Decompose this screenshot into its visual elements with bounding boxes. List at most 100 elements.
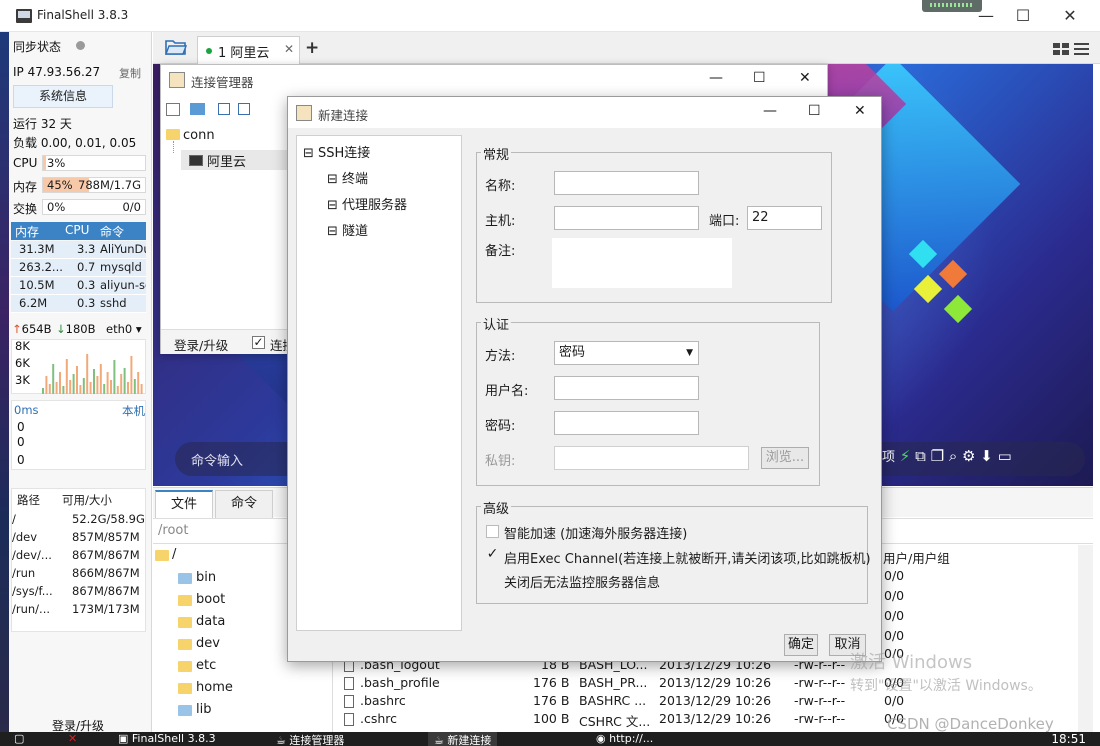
net-interface-select[interactable]: eth0 ▾ (106, 322, 142, 336)
finalshell-logo-icon (16, 9, 32, 23)
new-conn-close-button[interactable]: ✕ (854, 103, 866, 119)
taskbar-browser[interactable]: ◉ http://... (596, 732, 653, 746)
port-input[interactable]: 22 (747, 206, 822, 230)
command-input-placeholder[interactable]: 命令输入 (191, 450, 243, 469)
exec-channel-checkbox[interactable]: ✓ (486, 547, 499, 562)
process-row[interactable]: 31.3M 3.3 AliYunDu (11, 241, 146, 259)
lightning-icon[interactable]: ⚡ (900, 447, 911, 465)
conn-maximize-button[interactable]: ☐ (753, 70, 766, 86)
activate-windows-watermark: 激活 Windows (850, 652, 973, 673)
smart-accel-checkbox[interactable] (486, 525, 499, 538)
network-activity-bar (106, 372, 109, 394)
close-button[interactable]: ✕ (1047, 0, 1093, 31)
maximize-button[interactable]: ☐ (1000, 0, 1046, 31)
disk-path: /dev/... (12, 548, 52, 562)
tab-close-icon[interactable]: ✕ (284, 42, 294, 56)
network-activity-bar (69, 380, 72, 394)
file-list-scrollbar[interactable] (1078, 545, 1093, 732)
gear-icon[interactable]: ⚙ (962, 447, 975, 465)
copy-icon[interactable]: ⧉ (915, 447, 926, 465)
conn-server-label[interactable]: 阿里云 (207, 151, 246, 170)
conn-folder-label[interactable]: conn (183, 128, 215, 143)
tree-item-label: lib (196, 702, 212, 717)
ping-host[interactable]: 本机 (122, 403, 145, 419)
tree-ssh[interactable]: ⊟ SSH连接 (303, 142, 370, 161)
mem-meter: 45% 788M/1.7G (42, 177, 146, 193)
exec-channel-note: 关闭后无法监控服务器信息 (504, 576, 661, 591)
username-input[interactable] (554, 376, 699, 400)
new-conn-maximize-button[interactable]: ☐ (808, 103, 821, 119)
proc-cpu: 0.7 (77, 260, 96, 274)
file-type: BASH_PR... (579, 675, 648, 690)
path-input[interactable]: /root (158, 523, 188, 538)
tree-ssh-label: SSH连接 (318, 146, 371, 161)
tree-proxy[interactable]: ⊟ 代理服务器 (327, 194, 407, 213)
new-conn-minimize-button[interactable]: — (763, 103, 777, 119)
connect-checkbox[interactable]: ✓ (252, 336, 265, 349)
terminal-toolbar-partial[interactable]: 项 (882, 450, 895, 465)
paste-icon[interactable]: ❐ (931, 447, 944, 465)
taskbar-finalshell[interactable]: ▣ FinalShell 3.8.3 (118, 732, 216, 746)
disk-size: 867M/867M (72, 548, 140, 562)
proc-mem: 6.2M (19, 296, 48, 310)
taskbar-search[interactable]: ▢ (14, 732, 24, 746)
system-info-button[interactable]: 系统信息 (13, 85, 113, 108)
add-tab-button[interactable]: + (305, 38, 319, 58)
open-folder-icon[interactable] (165, 38, 187, 56)
conn-login-upgrade[interactable]: 登录/升级 (174, 335, 228, 354)
disk-header-size[interactable]: 可用/大小 (62, 492, 112, 508)
window-icon[interactable]: ▭ (998, 447, 1012, 465)
search-icon[interactable]: ⌕ (949, 447, 957, 465)
owner-header[interactable]: 用户/用户组 (883, 548, 950, 567)
net-download: ↓180B (56, 322, 95, 336)
private-key-label: 私钥: (485, 454, 516, 469)
copy-ip-button[interactable]: 复制 (119, 65, 141, 81)
general-group-title: 常规 (481, 144, 512, 163)
proc-header-cpu[interactable]: CPU (65, 223, 89, 237)
sync-status: 同步状态 (13, 40, 62, 54)
process-row[interactable]: 10.5M 0.3 aliyun-se (11, 277, 146, 295)
private-key-input[interactable] (554, 446, 749, 470)
taskbar-clock[interactable]: 18:51 (1051, 732, 1086, 746)
swap-detail: 0/0 (122, 200, 141, 214)
tab-aliyun[interactable]: 1 阿里云 ✕ (197, 36, 300, 64)
conn-minimize-button[interactable]: — (709, 70, 723, 86)
csdn-watermark: CSDN @DanceDonkey (887, 715, 1054, 733)
taskbar-app-icon[interactable]: ✕ (68, 732, 77, 746)
name-input[interactable] (554, 171, 699, 195)
taskbar-finalshell-label: FinalShell 3.8.3 (131, 732, 216, 745)
method-select[interactable]: 密码 ▼ (554, 341, 699, 365)
disk-header-path[interactable]: 路径 (17, 492, 40, 508)
new-conn-title: 新建连接 (318, 108, 369, 123)
password-input[interactable] (554, 411, 699, 435)
file-size: 176 B (533, 675, 570, 690)
network-activity-bar (110, 380, 112, 394)
proc-header-mem[interactable]: 内存 (15, 223, 39, 240)
download-icon[interactable]: ⬇ (980, 447, 993, 465)
mem-value: 45% (47, 178, 73, 192)
proc-header-cmd[interactable]: 命令 (100, 223, 124, 240)
tab-files[interactable]: 文件 (155, 490, 213, 518)
host-input[interactable] (554, 206, 699, 230)
tree-terminal[interactable]: ⊟ 终端 (327, 168, 368, 187)
expand-icon[interactable] (238, 103, 250, 115)
collapse-icon[interactable] (218, 103, 230, 115)
new-conn-category-tree: ⊟ SSH连接 ⊟ 终端 ⊟ 代理服务器 ⊟ 隧道 (296, 135, 462, 631)
process-row[interactable]: 6.2M 0.3 sshd (11, 295, 146, 313)
new-folder-icon[interactable] (190, 103, 205, 115)
proc-cmd: AliYunDu (100, 242, 146, 256)
file-icon (344, 713, 354, 726)
conn-close-button[interactable]: ✕ (799, 70, 811, 86)
tree-tunnel[interactable]: ⊟ 隧道 (327, 220, 368, 239)
cpu-value: 3% (47, 156, 66, 170)
browse-button[interactable]: 浏览... (761, 447, 809, 469)
note-textarea[interactable] (552, 238, 732, 288)
process-row[interactable]: 263.2... 0.7 mysqld (11, 259, 146, 277)
network-activity-bar (89, 382, 92, 394)
layout-grid-icon[interactable] (1052, 40, 1092, 56)
new-file-icon[interactable] (166, 103, 180, 116)
tab-commands[interactable]: 命令 (215, 490, 273, 518)
taskbar-new-conn[interactable]: ☕ 新建连接 (428, 732, 498, 746)
taskbar-conn-manager[interactable]: ☕ 连接管理器 (276, 732, 344, 746)
ok-button[interactable]: 确定 (784, 634, 818, 656)
